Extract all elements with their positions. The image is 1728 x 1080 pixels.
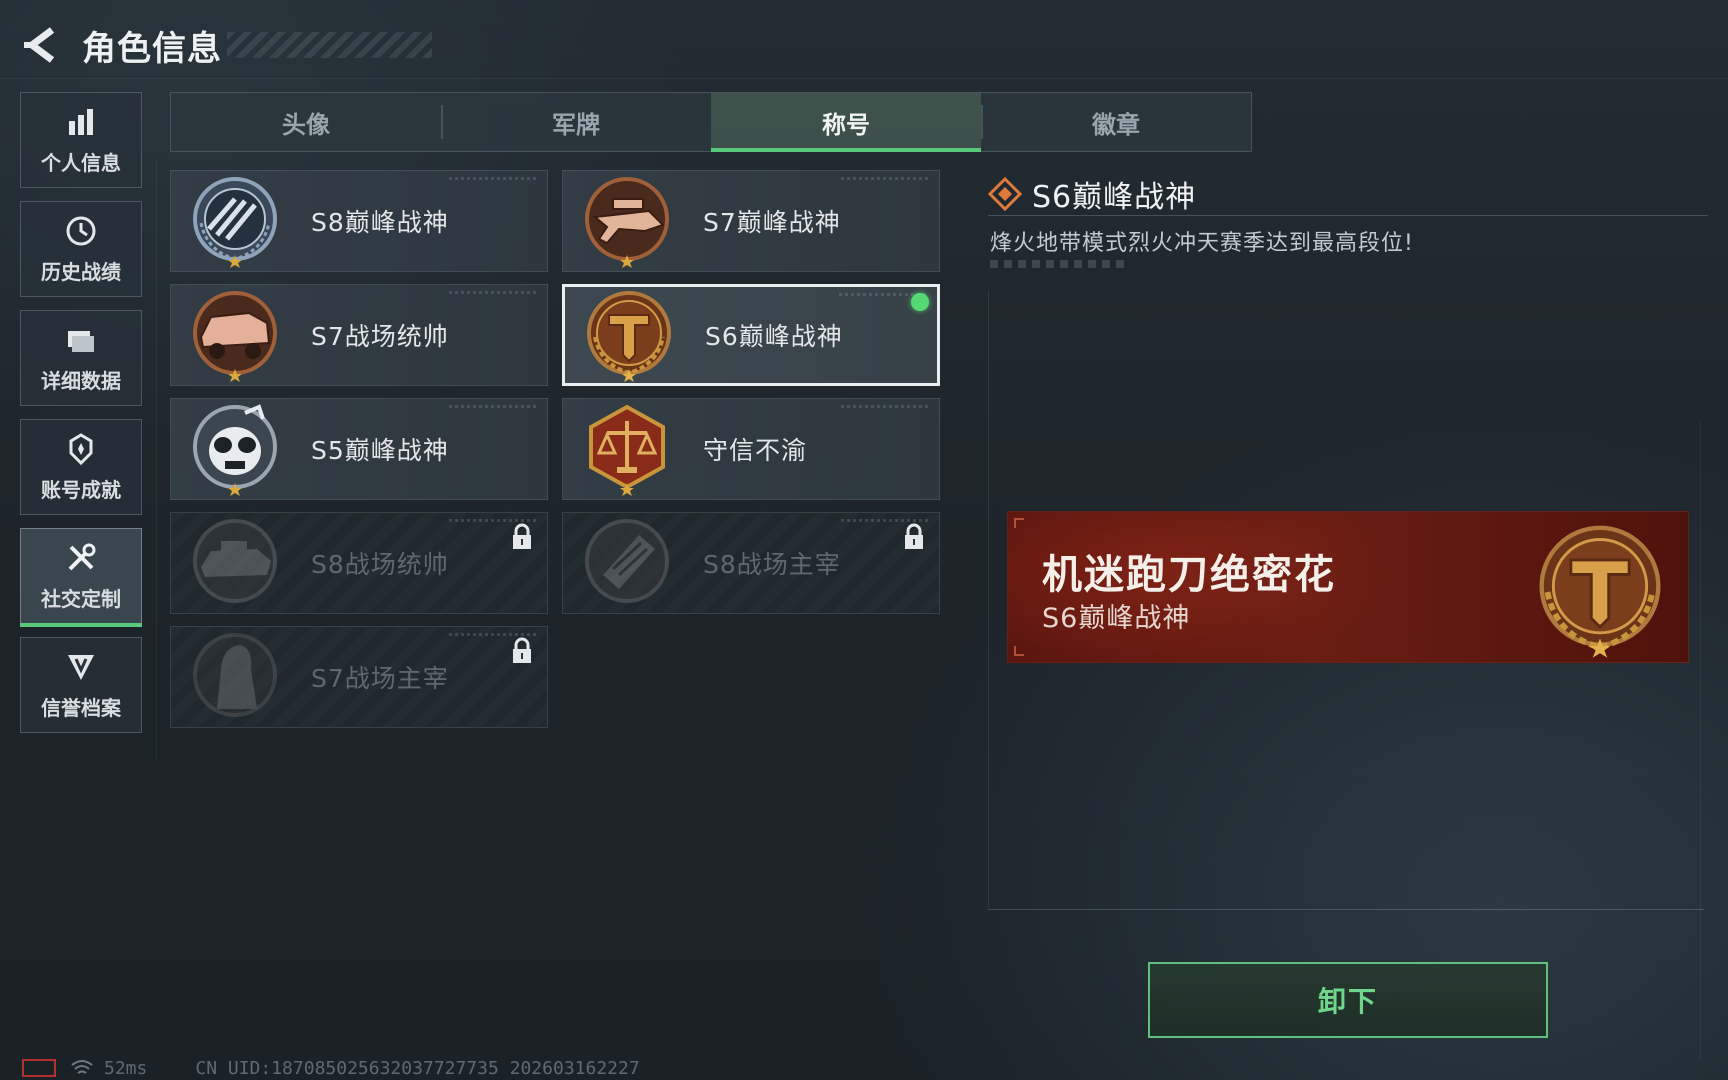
title-card[interactable]: S8巅峰战神 bbox=[170, 170, 548, 272]
s5-peak-emblem-icon bbox=[193, 404, 277, 496]
title-card[interactable]: S7战场统帅 bbox=[170, 284, 548, 386]
s8-dominator-emblem-icon bbox=[585, 519, 669, 603]
sidebar-item-label: 信誉档案 bbox=[41, 695, 121, 720]
folder-icon bbox=[68, 330, 94, 352]
title-name: S5巅峰战神 bbox=[311, 436, 449, 465]
hud-line bbox=[156, 160, 157, 760]
s8-commander-emblem-icon bbox=[193, 519, 277, 603]
wrench-screwdriver-icon bbox=[68, 543, 96, 570]
sidebar-item-label: 账号成就 bbox=[41, 477, 121, 502]
lock-icon bbox=[905, 523, 923, 549]
detail-description: 烽火地带模式烈火冲天赛季达到最高段位! bbox=[990, 231, 1414, 256]
title-card[interactable]: S5巅峰战神 bbox=[170, 398, 548, 500]
category-tabs: 头像 军牌 称号 徽章 bbox=[170, 92, 1252, 152]
title-name: S7战场主宰 bbox=[311, 664, 449, 693]
banner-title: S6巅峰战神 bbox=[1042, 603, 1191, 634]
banner-corner bbox=[1014, 646, 1024, 656]
sidebar-item-history[interactable]: 历史战绩 bbox=[20, 201, 142, 297]
tab-title[interactable]: 称号 bbox=[711, 93, 981, 152]
s7-dominator-emblem-icon bbox=[193, 633, 277, 717]
title-card-locked[interactable]: S8战场统帅 bbox=[170, 512, 548, 614]
title-name: S8战场统帅 bbox=[311, 550, 449, 579]
title-card-locked[interactable]: S8战场主宰 bbox=[562, 512, 940, 614]
sidebar-item-social-custom[interactable]: 社交定制 bbox=[20, 528, 142, 627]
uid-text: CN UID:18708502563203772773​5 2026031622… bbox=[195, 1057, 640, 1079]
tab-avatar[interactable]: 头像 bbox=[171, 93, 441, 151]
detail-header: S6巅峰战神 bbox=[988, 172, 1196, 216]
s8-peak-emblem-icon bbox=[193, 177, 277, 268]
title-card-selected[interactable]: S6巅峰战神 bbox=[562, 284, 940, 386]
title-banner-preview: 机迷跑刀绝密花 S6巅峰战神 bbox=[1008, 512, 1688, 662]
title-name: S7巅峰战神 bbox=[703, 208, 841, 237]
sidebar-item-detailed-data[interactable]: 详细数据 bbox=[20, 310, 142, 406]
wifi-icon bbox=[71, 1060, 93, 1074]
s6-peak-emblem-icon bbox=[587, 291, 671, 382]
sidebar-item-reputation[interactable]: 信誉档案 bbox=[20, 637, 142, 733]
back-button[interactable] bbox=[22, 24, 64, 66]
lock-icon bbox=[513, 637, 531, 663]
sidebar: 个人信息 历史战绩 详细数据 账号成就 社交定制 信誉档案 bbox=[20, 92, 144, 746]
banner-corner bbox=[1014, 518, 1024, 528]
sidebar-item-label: 个人信息 bbox=[41, 150, 121, 175]
sidebar-item-achievements[interactable]: 账号成就 bbox=[20, 419, 142, 515]
title-name: S6巅峰战神 bbox=[705, 322, 843, 351]
s6-peak-emblem-icon bbox=[1539, 525, 1661, 658]
unequip-button[interactable]: 卸下 bbox=[1148, 962, 1548, 1038]
tab-dog-tag[interactable]: 军牌 bbox=[441, 93, 711, 151]
banner-player-name: 机迷跑刀绝密花 bbox=[1042, 552, 1336, 598]
detail-title: S6巅峰战神 bbox=[1032, 180, 1197, 215]
title-name: S8巅峰战神 bbox=[311, 208, 449, 237]
medal-icon bbox=[69, 432, 93, 465]
title-grid: S8巅峰战神 S7巅峰战神 S7战场统帅 S6巅峰战神 S5巅峰战神 守信不渝 … bbox=[170, 170, 940, 728]
diamond-icon bbox=[988, 177, 1022, 211]
bar-chart-icon bbox=[69, 108, 93, 135]
battery-icon bbox=[22, 1059, 56, 1077]
sidebar-item-label: 历史战绩 bbox=[41, 259, 121, 284]
equipped-indicator bbox=[911, 293, 929, 311]
lock-icon bbox=[513, 523, 531, 549]
back-arrow-icon bbox=[24, 27, 55, 63]
header: 角色信息 bbox=[22, 20, 432, 70]
tab-badge[interactable]: 徽章 bbox=[981, 93, 1251, 151]
s7-commander-emblem-icon bbox=[193, 291, 277, 382]
title-card[interactable]: 守信不渝 bbox=[562, 398, 940, 500]
sidebar-item-personal-info[interactable]: 个人信息 bbox=[20, 92, 142, 188]
title-card-locked[interactable]: S7战场主宰 bbox=[170, 626, 548, 728]
title-decoration bbox=[227, 32, 432, 58]
hud-line bbox=[0, 78, 1728, 79]
status-bar: 52ms CN UID:18708502563203772773​5 20260… bbox=[22, 1056, 640, 1080]
title-name: 守信不渝 bbox=[703, 436, 808, 465]
scales-emblem-icon bbox=[589, 404, 665, 496]
page-title: 角色信息 bbox=[82, 28, 222, 69]
title-name: S8战场主宰 bbox=[703, 550, 841, 579]
divider bbox=[988, 215, 1708, 216]
shield-badge-icon bbox=[68, 654, 94, 680]
title-card[interactable]: S7巅峰战神 bbox=[562, 170, 940, 272]
ping-value: 52ms bbox=[104, 1057, 148, 1079]
sidebar-item-label: 详细数据 bbox=[41, 368, 121, 393]
title-name: S7战场统帅 bbox=[311, 322, 449, 351]
sidebar-item-label: 社交定制 bbox=[41, 586, 121, 611]
history-clock-icon bbox=[66, 216, 96, 245]
detail-meta-decoration bbox=[990, 260, 1125, 268]
s7-peak-emblem-icon bbox=[585, 177, 669, 268]
